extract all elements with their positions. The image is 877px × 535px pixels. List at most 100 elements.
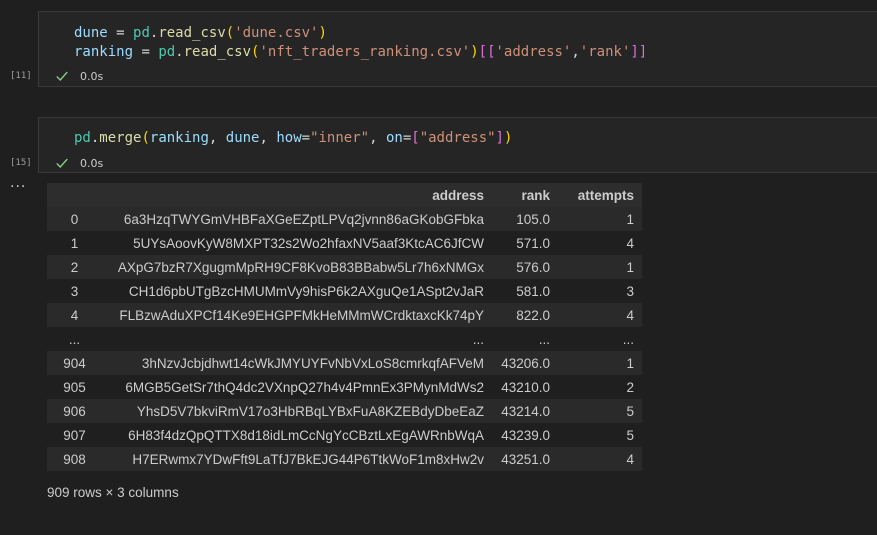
code-line[interactable]: dune = pd.read_csv('dune.csv') xyxy=(74,24,327,43)
code-token: ] xyxy=(495,130,504,146)
cell-rank: 43214.0 xyxy=(501,403,550,419)
code-token: , xyxy=(259,130,277,146)
cell-status: 0.0s xyxy=(55,69,103,83)
cell-attempts: ... xyxy=(622,331,634,347)
cell-rank: 43251.0 xyxy=(501,451,550,467)
cell-attempts: 3 xyxy=(626,283,634,299)
cell-address: 6a3HzqTWYGmVHBFaXGeEZptLPVq2jvnn86aGKobG… xyxy=(123,211,484,227)
cell-address: CH1d6pbUTgBzcHMUMmVy9hisP6k2AXguQe1ASpt2… xyxy=(128,283,484,299)
code-token: ( xyxy=(225,25,235,41)
code-line[interactable]: pd.merge(ranking, dune, how="inner", on=… xyxy=(74,129,512,148)
cell-address: YhsD5V7bkviRmV17o3HbRBqLYBxFuA8KZEBdyDbe… xyxy=(136,403,484,419)
code-cell-2[interactable]: pd.merge(ranking, dune, how="inner", on=… xyxy=(38,117,877,173)
code-token: [[ xyxy=(478,44,496,60)
notebook-page: dune = pd.read_csv('dune.csv') ranking =… xyxy=(0,0,877,535)
code-token: , xyxy=(369,130,386,146)
dataframe-shape: 909 rows × 3 columns xyxy=(47,485,179,500)
code-cell-1[interactable]: dune = pd.read_csv('dune.csv') ranking =… xyxy=(38,11,877,87)
cell-attempts: 4 xyxy=(626,307,634,323)
cell-address: H7ERwmx7YDwFft9LaTfJ7BkEJG44P6TtkWoF1m8x… xyxy=(132,451,484,467)
row-index: 3 xyxy=(70,283,79,299)
table-row: 1 5UYsAoovKyW8MXPT32s2Wo2hfaxNV5aaf3KtcAC… xyxy=(47,231,642,255)
code-token: ( xyxy=(141,130,150,146)
code-token: ) xyxy=(318,25,327,41)
more-actions-icon[interactable]: ··· xyxy=(10,180,26,194)
cell-address: 5UYsAoovKyW8MXPT32s2Wo2hfaxNV5aaf3KtcAC6… xyxy=(133,235,484,251)
exec-time: 0.0s xyxy=(80,156,104,170)
cell-attempts: 1 xyxy=(626,259,634,275)
cell-rank: 105.0 xyxy=(516,211,550,227)
cell-address: ... xyxy=(472,331,484,347)
dataframe-table: address rank attempts 0 6a3HzqTWYGmVHBFaX… xyxy=(47,183,642,471)
check-icon xyxy=(56,158,68,168)
table-row: 905 6MGB5GetSr7thQ4dc2VXnpQ27h4v4PmnEx3PM… xyxy=(47,375,642,399)
code-token: 'dune.csv' xyxy=(234,25,319,41)
code-token: read_csv xyxy=(158,25,226,41)
row-index: 2 xyxy=(70,259,79,275)
code-token: = xyxy=(133,44,159,60)
code-token: "address" xyxy=(419,130,496,146)
cell-rank: 43206.0 xyxy=(501,355,550,371)
cell-attempts: 2 xyxy=(626,379,634,395)
row-index: 4 xyxy=(70,307,79,323)
cell-address: 3hNzvJcbjdhwt14cWkJMYUYFvNbVxLoS8cmrkqfA… xyxy=(141,355,484,371)
column-header-address: address xyxy=(102,183,492,207)
code-token: dune xyxy=(74,25,108,41)
table-row: 907 6H83f4dzQpQTTX8d18idLmCcNgYcCBztLxEgA… xyxy=(47,423,642,447)
table-header-row: address rank attempts xyxy=(47,183,642,207)
code-line[interactable]: ranking = pd.read_csv('nft_traders_ranki… xyxy=(74,43,647,62)
column-header-index xyxy=(47,183,102,207)
code-token: 'address' xyxy=(495,44,572,60)
row-index: 907 xyxy=(63,427,86,443)
code-token: 'nft_traders_ranking.csv' xyxy=(259,44,471,60)
code-token: ranking xyxy=(74,44,134,60)
cell-rank: 43239.0 xyxy=(501,427,550,443)
code-token: on xyxy=(385,130,403,146)
cell-attempts: 1 xyxy=(626,355,634,371)
cell-attempts: 1 xyxy=(626,211,634,227)
table-row: 2 AXpG7bzR7XgugmMpRH9CF8KvoB83BBabw5Lr7h6… xyxy=(47,255,642,279)
cell-rank: 576.0 xyxy=(516,259,550,275)
cell-address: 6H83f4dzQpQTTX8d18idLmCcNgYcCBztLxEgAWRn… xyxy=(128,427,484,443)
execution-count: [11] xyxy=(10,71,32,81)
code-token: , xyxy=(571,44,580,60)
code-token: [ xyxy=(411,130,420,146)
cell-address: 6MGB5GetSr7thQ4dc2VXnpQ27h4v4PmnEx3PMynM… xyxy=(125,379,484,395)
table-row: 4 FLBzwAduXPCf14Ke9EHGPFMkHeMMmWCrdktaxcK… xyxy=(47,303,642,327)
cell-attempts: 4 xyxy=(626,235,634,251)
code-token: ) xyxy=(503,130,513,146)
cell-status: 0.0s xyxy=(55,156,103,170)
code-token: how xyxy=(276,130,302,146)
row-index: 905 xyxy=(63,379,86,395)
column-header-attempts: attempts xyxy=(558,183,642,207)
check-icon xyxy=(56,71,68,81)
table-row: 906 YhsD5V7bkviRmV17o3HbRBqLYBxFuA8KZEBdy… xyxy=(47,399,642,423)
cell-attempts: 5 xyxy=(626,403,634,419)
row-index: ... xyxy=(68,331,81,347)
table-row: 3 CH1d6pbUTgBzcHMUMmVy9hisP6k2AXguQe1ASpt… xyxy=(47,279,642,303)
code-token: pd xyxy=(74,130,91,146)
cell-rank: 581.0 xyxy=(516,283,550,299)
column-header-rank: rank xyxy=(492,183,558,207)
exec-time: 0.0s xyxy=(80,69,104,83)
cell-address: FLBzwAduXPCf14Ke9EHGPFMkHeMMmWCrdktaxcKk… xyxy=(119,307,484,323)
table-row: 0 6a3HzqTWYGmVHBFaXGeEZptLPVq2jvnn86aGKob… xyxy=(47,207,642,231)
code-token: ]] xyxy=(630,44,648,60)
row-index: 906 xyxy=(63,403,86,419)
code-token: dune xyxy=(225,130,260,146)
code-token: ) xyxy=(470,44,479,60)
code-token: ranking xyxy=(149,130,209,146)
row-index: 1 xyxy=(70,235,79,251)
code-token: = xyxy=(301,130,311,146)
row-index: 904 xyxy=(63,355,86,371)
code-token: = xyxy=(107,25,134,41)
cell-attempts: 5 xyxy=(626,427,634,443)
cell-rank: ... xyxy=(538,331,550,347)
code-token: 'rank' xyxy=(579,44,631,60)
code-token: pd xyxy=(133,25,150,41)
row-index: 0 xyxy=(70,211,79,227)
cell-rank: 571.0 xyxy=(516,235,550,251)
table-row: 908 H7ERwmx7YDwFft9LaTfJ7BkEJG44P6TtkWoF1… xyxy=(47,447,642,471)
code-token: read_csv xyxy=(183,44,252,60)
execution-count: [15] xyxy=(10,158,32,168)
